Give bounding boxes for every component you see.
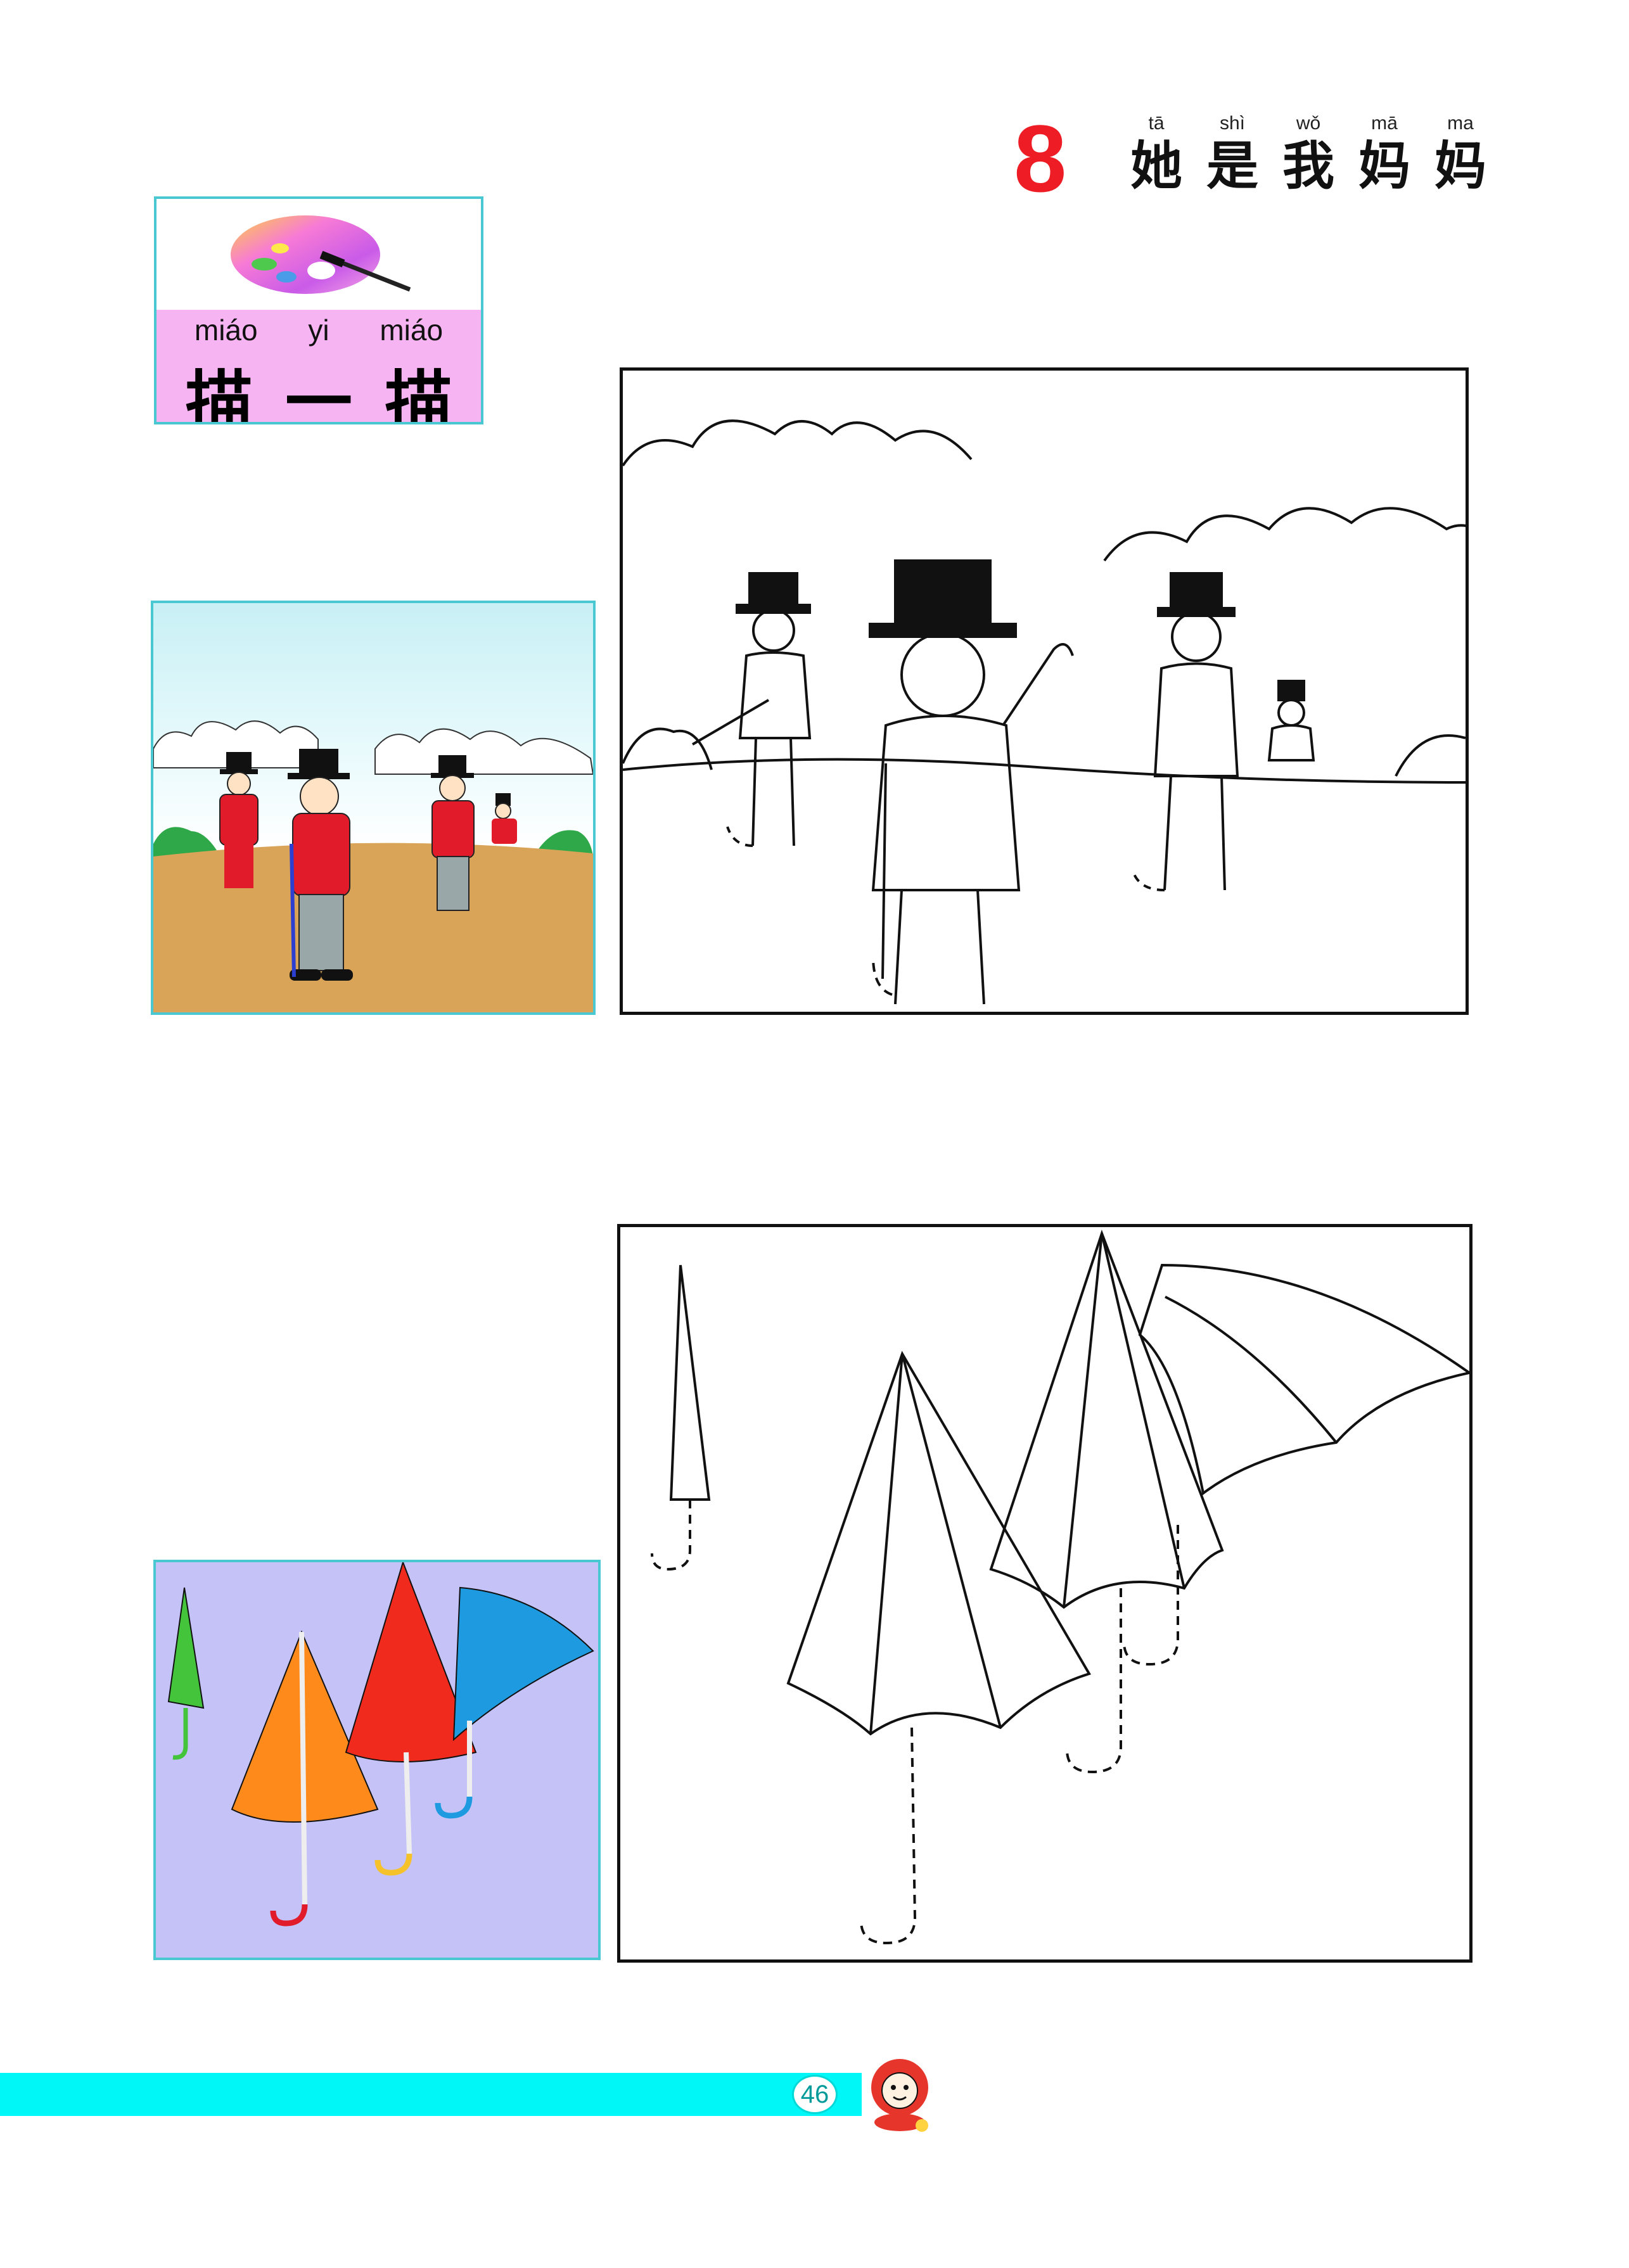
title-pinyin: ma: [1447, 113, 1474, 134]
title-hanzi: 是: [1206, 136, 1258, 196]
umbrella-right: [1123, 1263, 1469, 1666]
umbrellas-tracing-image: [617, 1224, 1472, 1963]
title-char: ma 妈: [1422, 111, 1498, 197]
title-pinyin: tā: [1148, 113, 1165, 134]
paint-palette-icon: [231, 215, 411, 294]
umbrellas-color-reference-image: [153, 1560, 601, 1960]
lesson-number: 8: [1014, 105, 1067, 212]
title-char: tā 她: [1118, 111, 1194, 197]
title-pinyin: wǒ: [1296, 113, 1321, 134]
umbrella-orange: [231, 1630, 379, 1927]
activity-pinyin: miáo: [380, 314, 444, 347]
lesson-title-chars: tā 她 shì 是 wǒ 我 mā 妈 ma 妈: [1118, 111, 1498, 197]
man-figure: [869, 559, 1074, 1005]
men-color-reference-image: [151, 601, 596, 1015]
man-figure: [1267, 680, 1315, 761]
page-number: 46: [792, 2075, 838, 2114]
umbrella-middle: [989, 1230, 1224, 1774]
activity-label-box: miáo yi miáo 描 一 描: [154, 196, 483, 424]
title-char: shì 是: [1194, 111, 1270, 197]
activity-hanzi: 一: [284, 362, 352, 424]
title-pinyin: shì: [1219, 113, 1246, 134]
man-figure: [219, 752, 259, 888]
title-pinyin: mā: [1371, 113, 1398, 134]
lesson-title: 8 tā 她 shì 是 wǒ 我 mā 妈 ma 妈: [1014, 111, 1521, 212]
umbrella-blue: [435, 1586, 594, 1819]
mascot-icon: [871, 2059, 928, 2132]
umbrella-green: [167, 1587, 205, 1760]
footer-bar: [0, 2073, 862, 2116]
activity-hanzi-row: 描 一 描: [157, 348, 481, 424]
umbrella-closed: [651, 1265, 711, 1571]
man-figure: [492, 793, 517, 844]
title-char: wǒ 我: [1270, 111, 1346, 197]
title-hanzi: 妈: [1358, 136, 1410, 196]
man-figure: [1132, 572, 1239, 891]
activity-hanzi: 描: [385, 362, 452, 424]
title-hanzi: 她: [1130, 136, 1182, 196]
activity-pinyin: miáo: [194, 314, 258, 347]
title-hanzi: 我: [1282, 136, 1334, 196]
activity-label-band: miáo yi miáo 描 一 描: [157, 310, 481, 424]
activity-hanzi: 描: [185, 362, 253, 424]
men-tracing-image: [620, 367, 1469, 1015]
activity-pinyin-row: miáo yi miáo: [157, 313, 481, 347]
umbrella-left: [786, 1351, 1091, 1945]
man-figure: [431, 755, 475, 911]
title-char: mā 妈: [1346, 111, 1422, 197]
title-hanzi: 妈: [1434, 136, 1486, 196]
man-figure: [691, 572, 812, 847]
activity-pinyin: yi: [308, 314, 329, 347]
